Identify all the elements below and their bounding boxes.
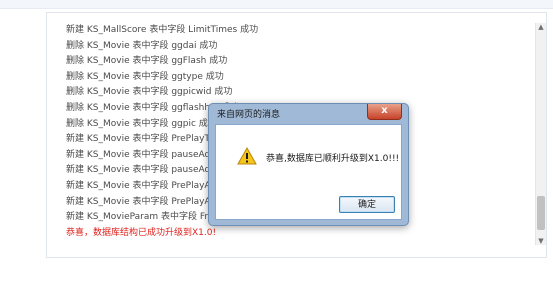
log-line: 新建 KS_MallScore 表中字段 LimitTimes 成功 xyxy=(66,25,259,35)
log-line: 删除 KS_Movie 表中字段 ggtype 成功 xyxy=(66,71,224,82)
vertical-scrollbar[interactable]: ▲ ▼ xyxy=(535,23,546,245)
close-button[interactable]: x xyxy=(367,104,402,120)
log-line: 删除 KS_Movie 表中字段 ggpicwid 成功 xyxy=(66,87,233,98)
success-message: 恭喜，数据库结构已成功升级到X1.0! xyxy=(66,227,217,238)
dialog-message: 恭喜,数据库已顺利升级到X1.0!!! xyxy=(266,154,400,164)
dialog-title: 来自网页的消息 xyxy=(217,110,281,120)
warning-icon xyxy=(237,147,257,165)
ok-button[interactable]: 确定 xyxy=(339,196,395,213)
dialog-body: 恭喜,数据库已顺利升级到X1.0!!! 确定 xyxy=(215,124,402,220)
close-icon: x xyxy=(381,105,388,116)
alert-dialog: 来自网页的消息 x 恭喜,数据库已顺利升级到X1.0!!! 确定 xyxy=(208,103,409,226)
scroll-thumb[interactable] xyxy=(537,196,545,230)
log-line: 删除 KS_Movie 表中字段 ggFlash 成功 xyxy=(66,56,228,67)
top-band xyxy=(0,0,553,9)
scroll-up-arrow-icon[interactable]: ▲ xyxy=(537,23,545,31)
log-line: 删除 KS_Movie 表中字段 ggdai 成功 xyxy=(66,40,218,51)
scroll-down-arrow-icon[interactable]: ▼ xyxy=(537,237,545,245)
